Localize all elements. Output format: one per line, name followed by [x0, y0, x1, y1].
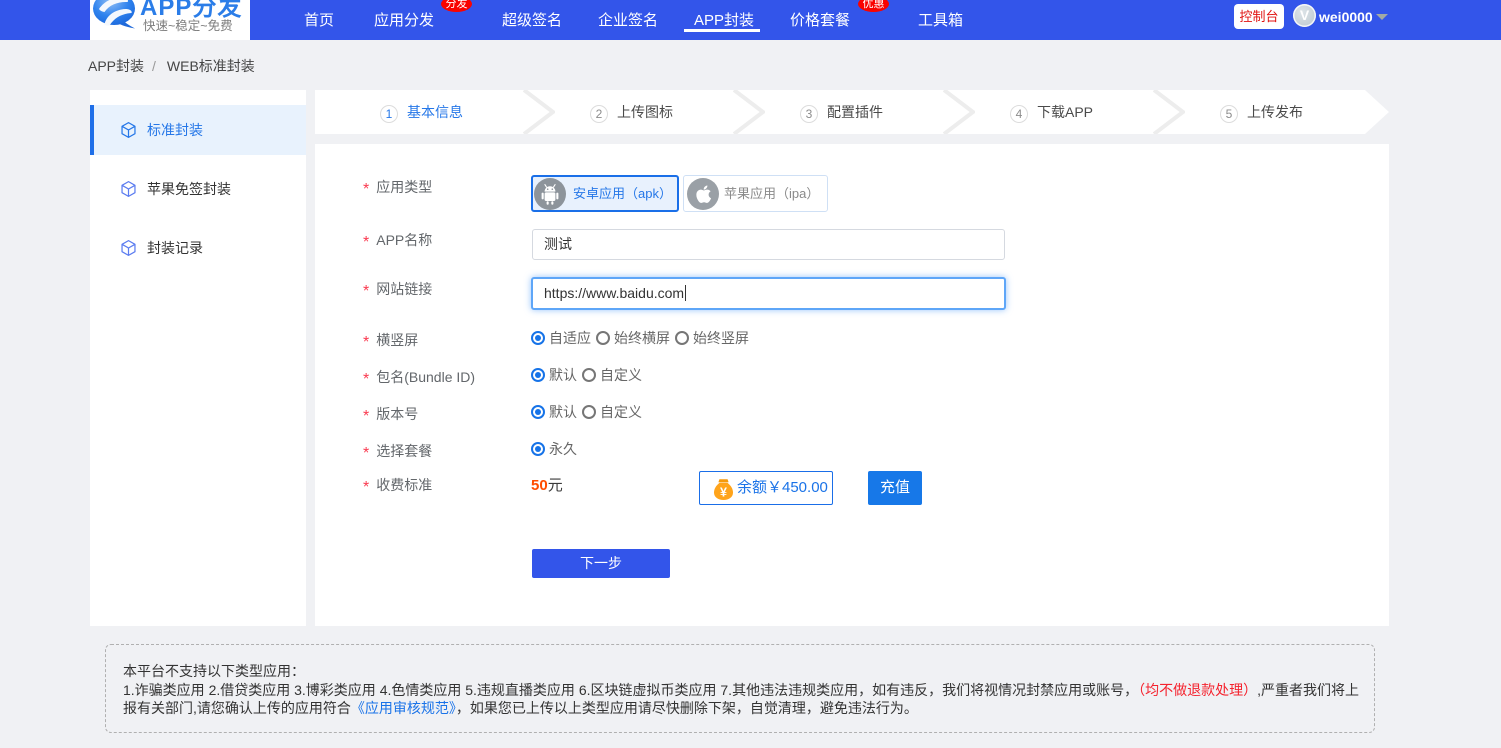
svg-text:¥: ¥ [720, 485, 727, 499]
